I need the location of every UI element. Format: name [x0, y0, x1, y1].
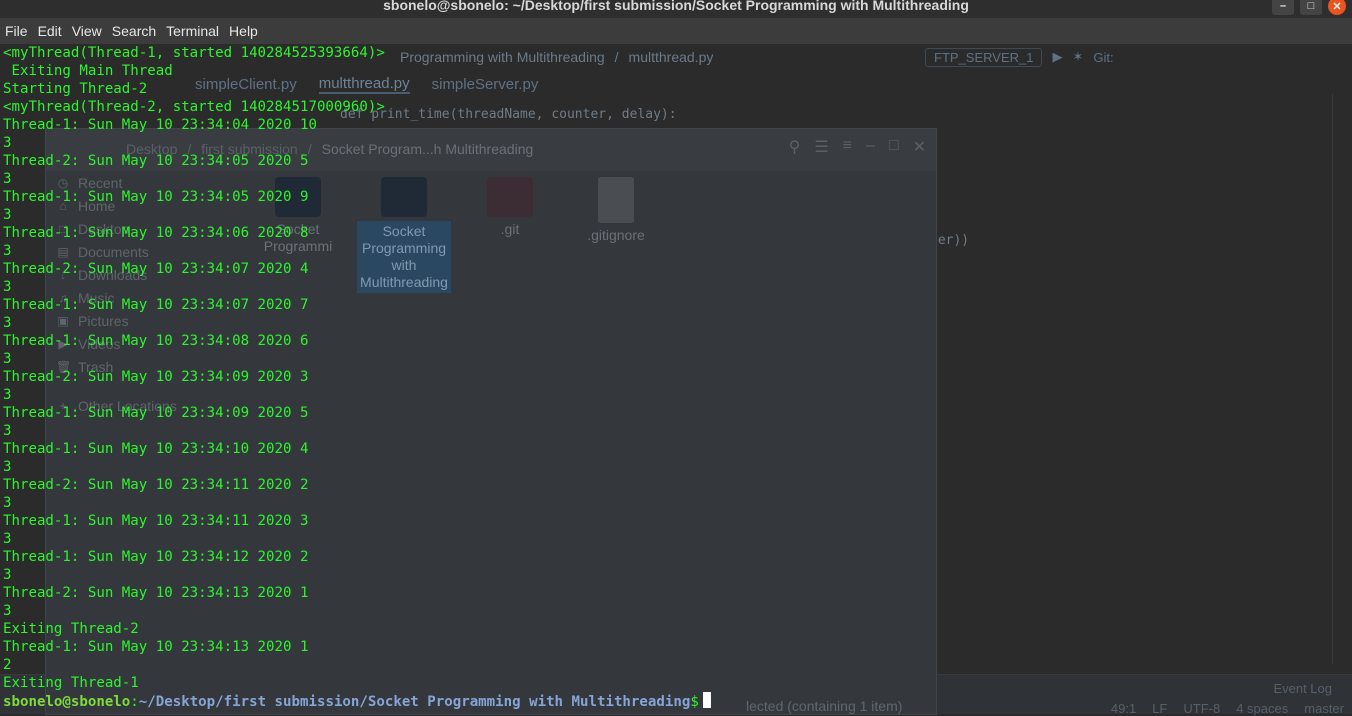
menu-icon: ≡: [842, 137, 853, 154]
file-manager-sidebar: ◷ Recent ⌂ Home □ Desktop ▤ Documents ↓ Downl…: [46, 171, 246, 417]
sidebar-item-videos: ▶ Videos: [46, 332, 246, 355]
maximize-icon[interactable]: □: [1300, 0, 1322, 15]
sidebar-item-label: Downloads: [78, 266, 148, 283]
ide-toolbar: FTP_SERVER_1 ▶ ✶ Git:: [925, 46, 1114, 68]
video-icon: ▶: [58, 336, 68, 351]
tab-multthread: multthread.py: [318, 74, 410, 94]
breadcrumb-separator: /: [307, 141, 312, 157]
close-icon[interactable]: ✕: [1328, 0, 1346, 15]
sidebar-item-other-locations: + Other Locations: [46, 394, 246, 417]
list-view-icon: ☰: [814, 139, 829, 156]
search-icon: ⚲: [788, 139, 801, 156]
sidebar-item-music: ♫ Music: [46, 286, 246, 309]
sidebar-item-recent: ◷ Recent: [46, 171, 246, 194]
git-label: Git:: [1093, 49, 1114, 65]
file-item: .gitignore: [574, 177, 658, 293]
file-item: Socket Programmi: [256, 177, 340, 293]
ide-tabs: simpleClient.py multthread.py simpleServ…: [195, 72, 538, 96]
file-manager-header: Desktop / first submission / Socket Prog…: [46, 129, 936, 171]
menu-help[interactable]: Help: [224, 23, 263, 39]
sidebar-item-pictures: ▣ Pictures: [46, 309, 246, 332]
sidebar-item-label: Recent: [78, 174, 123, 191]
maximize-icon: □: [888, 137, 899, 154]
run-icon: ▶: [1052, 49, 1063, 64]
sidebar-item-home: ⌂ Home: [46, 194, 246, 217]
file-grid: Socket Programmi Socket Programming with…: [256, 177, 658, 293]
terminal-menubar: File Edit View Search Terminal Help: [0, 18, 1352, 45]
ide-status-items: 49:1 LF UTF-8 4 spaces master: [1111, 701, 1344, 716]
ide-divider: [1332, 94, 1333, 664]
minimize-icon: –: [866, 137, 875, 154]
download-icon: ↓: [60, 267, 66, 282]
plus-icon: +: [59, 398, 67, 413]
sidebar-item-desktop: □ Desktop: [46, 217, 246, 240]
file-label: .gitignore: [587, 227, 645, 243]
folder-icon: [381, 177, 427, 217]
home-icon: ⌂: [59, 198, 67, 213]
file-label: Socket Programmi: [263, 221, 333, 254]
desktop-icon: □: [59, 221, 67, 236]
menu-file[interactable]: File: [0, 23, 33, 39]
indent: 4 spaces: [1236, 701, 1289, 716]
window-titlebar: sbonelo@sbonelo: ~/Desktop/first submiss…: [0, 0, 1352, 18]
ide-code-line: def print_time(threadName, counter, dela…: [340, 107, 677, 122]
trash-icon: 🗑: [56, 359, 72, 374]
menu-terminal[interactable]: Terminal: [161, 23, 224, 39]
picture-icon: ▣: [57, 313, 69, 328]
line-ending: LF: [1152, 701, 1168, 716]
sidebar-item-label: Documents: [78, 243, 149, 260]
file-manager-breadcrumb: Desktop / first submission / Socket Prog…: [126, 141, 533, 157]
sidebar-item-label: Other Locations: [78, 397, 177, 414]
sidebar-item-label: Pictures: [78, 312, 129, 329]
tab-simpleserver: simpleServer.py: [431, 75, 539, 93]
clock-icon: ◷: [57, 175, 69, 190]
file-manager-window: Desktop / first submission / Socket Prog…: [45, 128, 937, 715]
git-branch: master: [1304, 701, 1344, 716]
breadcrumb-separator: /: [187, 141, 192, 157]
close-icon: ✕: [912, 139, 926, 156]
folder-icon: [275, 177, 321, 217]
menu-edit[interactable]: Edit: [33, 23, 67, 39]
crumb-socket-programming: Socket Program...h Multithreading: [321, 141, 534, 157]
sidebar-item-label: Music: [78, 289, 115, 306]
file-item: .git: [468, 177, 552, 293]
sidebar-item-trash: 🗑 Trash: [46, 355, 246, 378]
file-item-selected: Socket Programming with Multithreading: [357, 177, 451, 293]
sidebar-item-downloads: ↓ Downloads: [46, 263, 246, 286]
sidebar-item-label: Videos: [78, 335, 121, 352]
event-log: Event Log: [1273, 681, 1332, 696]
crumb-desktop: Desktop: [126, 141, 178, 157]
menu-search[interactable]: Search: [107, 23, 161, 39]
sidebar-item-label: Desktop: [78, 220, 130, 237]
file-label: Socket Programming with Multithreading: [357, 221, 451, 293]
debug-icon: ✶: [1072, 49, 1084, 64]
music-icon: ♫: [58, 290, 68, 305]
document-icon: ▤: [57, 244, 69, 259]
sidebar-item-label: Home: [78, 197, 116, 214]
text-file-icon: [598, 177, 634, 223]
file-manager-status: lected (containing 1 item): [746, 698, 903, 714]
sidebar-item-documents: ▤ Documents: [46, 240, 246, 263]
minimize-icon[interactable]: –: [1272, 0, 1294, 15]
encoding: UTF-8: [1183, 701, 1221, 716]
run-config-select: FTP_SERVER_1: [925, 47, 1043, 67]
crumb-first-submission: first submission: [201, 141, 298, 157]
ide-breadcrumb: Programming with Multithreading / multth…: [400, 44, 713, 70]
window-title: sbonelo@sbonelo: ~/Desktop/first submiss…: [383, 0, 969, 13]
folder-icon: [487, 177, 533, 217]
window-controls: – □ ✕: [1272, 0, 1346, 15]
cursor-position: 49:1: [1110, 701, 1137, 716]
tab-simpleclient: simpleClient.py: [195, 75, 297, 93]
ide-breadcrumb-folder: Programming with Multithreading: [400, 49, 605, 65]
ide-breadcrumb-file: multthread.py: [628, 49, 714, 65]
menu-view[interactable]: View: [67, 23, 107, 39]
file-label: .git: [500, 221, 520, 237]
sidebar-item-label: Trash: [78, 358, 114, 375]
file-manager-tools: ⚲ ☰ ≡ – □ ✕: [789, 137, 926, 157]
breadcrumb-separator: /: [614, 49, 619, 65]
